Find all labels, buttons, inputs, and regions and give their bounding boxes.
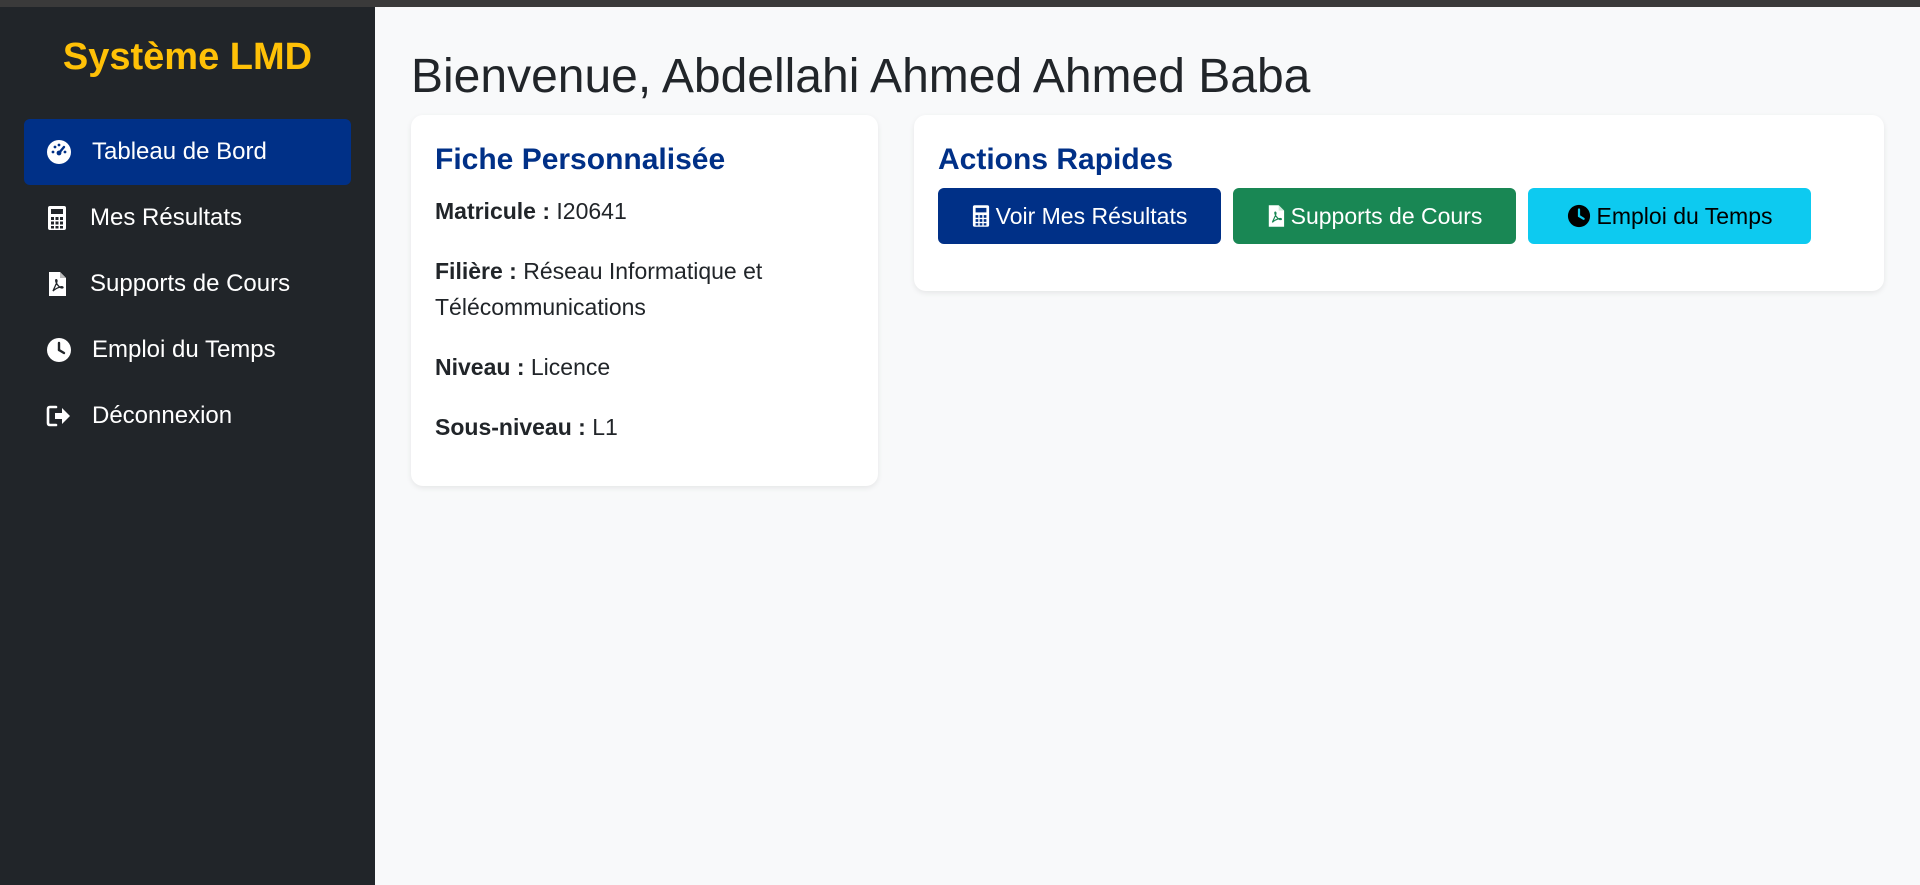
sidebar-item-label: Mes Résultats xyxy=(90,204,243,231)
logout-icon xyxy=(46,403,72,429)
sidebar-item-label: Emploi du Temps xyxy=(92,336,276,363)
supports-de-cours-button[interactable]: Supports de Cours xyxy=(1233,188,1516,244)
sidebar-item-label: Déconnexion xyxy=(92,402,233,429)
emploi-du-temps-button[interactable]: Emploi du Temps xyxy=(1528,188,1811,244)
calculator-icon xyxy=(972,204,990,228)
button-label: Supports de Cours xyxy=(1290,202,1483,229)
sidebar-item-mes-resultats[interactable]: Mes Résultats xyxy=(24,185,351,251)
sidebar-item-supports-de-cours[interactable]: Supports de Cours xyxy=(24,251,351,317)
profile-card-title: Fiche Personnalisée xyxy=(435,143,726,176)
pdf-file-icon xyxy=(1267,204,1285,228)
matricule-field: Matricule : I20641 xyxy=(435,193,855,229)
sidebar-item-emploi-du-temps[interactable]: Emploi du Temps xyxy=(24,317,351,383)
matricule-label: Matricule : xyxy=(435,198,551,224)
button-label: Voir Mes Résultats xyxy=(995,202,1188,229)
page-title: Bienvenue, Abdellahi Ahmed Ahmed Baba xyxy=(411,50,1311,103)
voir-mes-resultats-button[interactable]: Voir Mes Résultats xyxy=(938,188,1221,244)
sous-niveau-value: L1 xyxy=(592,414,618,440)
filiere-label: Filière : xyxy=(435,258,517,284)
niveau-label: Niveau : xyxy=(435,354,525,380)
sidebar-item-deconnexion[interactable]: Déconnexion xyxy=(24,383,351,449)
sidebar-item-label: Supports de Cours xyxy=(90,270,291,297)
niveau-field: Niveau : Licence xyxy=(435,349,855,385)
dashboard-gauge-icon xyxy=(46,139,72,165)
matricule-value: I20641 xyxy=(556,198,627,224)
button-label: Emploi du Temps xyxy=(1596,202,1773,229)
clock-icon xyxy=(46,337,72,363)
quick-actions-title: Actions Rapides xyxy=(938,143,1174,176)
sidebar-item-label: Tableau de Bord xyxy=(92,138,267,165)
niveau-value: Licence xyxy=(530,354,611,380)
browser-top-border xyxy=(0,0,1920,7)
pdf-file-icon xyxy=(44,271,70,297)
brand-title: Système LMD xyxy=(62,36,313,78)
sidebar-item-tableau-de-bord[interactable]: Tableau de Bord xyxy=(24,119,351,185)
filiere-field: Filière : Réseau Informatique et Télécom… xyxy=(435,253,855,325)
quick-actions-card: Actions Rapides Voir Mes Résultats Suppo… xyxy=(914,115,1884,291)
sous-niveau-label: Sous-niveau : xyxy=(435,414,586,440)
calculator-icon xyxy=(44,205,70,231)
sous-niveau-field: Sous-niveau : L1 xyxy=(435,409,855,445)
clock-icon xyxy=(1567,204,1591,228)
sidebar: Système LMD Tableau de Bord Mes Résultat… xyxy=(0,7,375,885)
main-content: Bienvenue, Abdellahi Ahmed Ahmed Baba Fi… xyxy=(375,7,1920,885)
profile-card: Fiche Personnalisée Matricule : I20641 F… xyxy=(411,115,878,486)
